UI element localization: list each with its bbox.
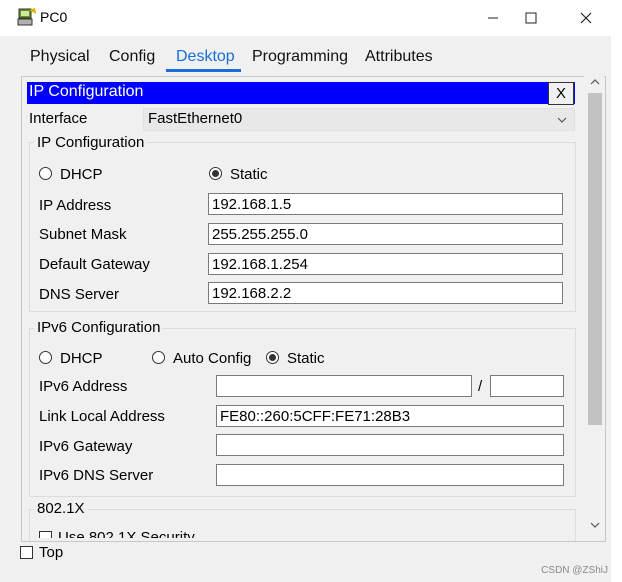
pc-icon bbox=[17, 8, 36, 26]
interface-label: Interface bbox=[29, 110, 88, 127]
interface-select[interactable]: FastEthernet0 bbox=[143, 108, 575, 131]
interface-value: FastEthernet0 bbox=[148, 110, 243, 127]
maximize-button[interactable] bbox=[508, 0, 554, 36]
ipv6-autoconfig-radio[interactable] bbox=[152, 351, 165, 364]
minimize-icon bbox=[488, 17, 498, 19]
ipv6-static-label: Static bbox=[287, 350, 325, 367]
ipv4-dhcp-radio[interactable] bbox=[39, 167, 52, 180]
ip-address-label: IP Address bbox=[39, 197, 112, 214]
ipv6-gateway-label: IPv6 Gateway bbox=[39, 438, 133, 455]
tab-desktop[interactable]: Desktop bbox=[176, 48, 235, 66]
scroll-down-icon[interactable] bbox=[588, 520, 602, 530]
tab-config[interactable]: Config bbox=[109, 48, 155, 66]
tab-programming[interactable]: Programming bbox=[252, 48, 348, 66]
link-local-input[interactable]: FE80::260:5CFF:FE71:28B3 bbox=[216, 405, 564, 427]
ipv6-dns-label: IPv6 DNS Server bbox=[39, 467, 154, 484]
ipv6-gateway-input[interactable] bbox=[216, 434, 564, 456]
ip-config-title: IP Configuration bbox=[29, 83, 144, 100]
ipv6-dns-input[interactable] bbox=[216, 464, 564, 486]
dot1x-group-title: 802.1X bbox=[34, 500, 88, 517]
ipv6-autoconfig-label: Auto Config bbox=[173, 350, 252, 367]
scroll-up-icon[interactable] bbox=[588, 77, 602, 87]
background-app-right bbox=[611, 38, 622, 582]
watermark: CSDN @ZShiJ bbox=[541, 565, 608, 576]
ipv4-dhcp-label: DHCP bbox=[60, 166, 103, 183]
default-gateway-input[interactable]: 192.168.1.254 bbox=[208, 253, 563, 275]
chevron-down-icon bbox=[557, 117, 567, 123]
prefix-separator: / bbox=[478, 378, 483, 395]
scrollbar-thumb[interactable] bbox=[588, 93, 602, 425]
window-title: PC0 bbox=[40, 9, 68, 25]
dns-server-input[interactable]: 192.168.2.2 bbox=[208, 282, 563, 304]
dot1x-checkbox[interactable] bbox=[39, 531, 52, 538]
dns-server-label: DNS Server bbox=[39, 286, 120, 303]
active-tab-indicator bbox=[166, 69, 241, 72]
ipv4-group-title: IP Configuration bbox=[34, 134, 148, 151]
maximize-icon bbox=[525, 12, 537, 24]
top-checkbox[interactable] bbox=[20, 546, 33, 559]
subnet-mask-input[interactable]: 255.255.255.0 bbox=[208, 223, 563, 245]
subnet-mask-label: Subnet Mask bbox=[39, 226, 127, 243]
dot1x-clip: Use 802.1X Security bbox=[36, 526, 576, 538]
default-gateway-label: Default Gateway bbox=[39, 256, 150, 273]
pc-window: PC0 Physical Config Desktop Programming … bbox=[0, 0, 611, 582]
tab-bar: Physical Config Desktop Programming Attr… bbox=[12, 44, 611, 72]
ipv6-address-label: IPv6 Address bbox=[39, 378, 128, 395]
ipv6-dhcp-radio[interactable] bbox=[39, 351, 52, 364]
close-button[interactable] bbox=[563, 0, 609, 36]
tab-physical[interactable]: Physical bbox=[30, 48, 90, 66]
ip-config-close-button[interactable]: X bbox=[548, 82, 574, 105]
dot1x-label: Use 802.1X Security bbox=[58, 529, 195, 538]
ipv4-static-label: Static bbox=[230, 166, 268, 183]
ipv6-static-radio[interactable] bbox=[266, 351, 279, 364]
ipv6-prefix-input[interactable] bbox=[490, 375, 564, 397]
close-icon bbox=[580, 12, 592, 24]
top-label: Top bbox=[39, 544, 64, 561]
tab-attributes[interactable]: Attributes bbox=[365, 48, 433, 66]
ipv6-address-input[interactable] bbox=[216, 375, 472, 397]
ipv6-dhcp-label: DHCP bbox=[60, 350, 103, 367]
link-local-label: Link Local Address bbox=[39, 408, 165, 425]
title-bar[interactable]: PC0 bbox=[0, 0, 611, 36]
ipv4-static-radio[interactable] bbox=[209, 167, 222, 180]
ipv6-group-title: IPv6 Configuration bbox=[34, 319, 164, 336]
ip-address-input[interactable]: 192.168.1.5 bbox=[208, 193, 563, 215]
ip-config-header: IP Configuration bbox=[27, 82, 575, 104]
